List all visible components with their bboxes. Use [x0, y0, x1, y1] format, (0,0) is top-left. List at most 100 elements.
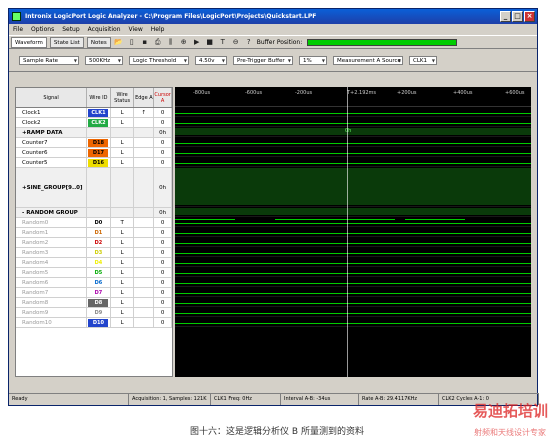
table-row[interactable]: Clock1 CLK1 L ↑ 0 [16, 108, 172, 118]
signal-name: Random4 [16, 258, 88, 267]
signal-trace [175, 283, 531, 284]
bus-bar [175, 128, 531, 135]
status-field: Rate A-B: 29.4117KHz [359, 394, 439, 405]
print-icon[interactable]: ⎙ [153, 37, 163, 47]
table-row[interactable]: Clock2 CLK2 L 0 [16, 118, 172, 128]
waveform-row [175, 227, 531, 237]
table-row[interactable]: Random3 D3 L 0 [16, 248, 172, 258]
menu-item-options[interactable]: Options [31, 26, 54, 33]
table-row[interactable]: Counter6 D17 L 0 [16, 148, 172, 158]
close-button[interactable]: × [524, 11, 535, 22]
table-row[interactable]: Random8 D8 L 0 [16, 298, 172, 308]
wire-id-cell: D4 [87, 258, 111, 267]
table-header: Signal Wire ID Wire Status Edge A Cursor… [16, 88, 173, 108]
wire-id-badge: D10 [88, 318, 109, 327]
table-row[interactable]: Random10 D10 L 0 [16, 318, 172, 328]
controls-bar: Sample Rate 500KHz Logic Threshold 4.50v… [9, 49, 537, 72]
cursor-value: 0 [154, 118, 172, 127]
play-icon[interactable]: ▶ [192, 37, 202, 47]
waveform-row [175, 167, 531, 207]
wire-id-cell: D17 [87, 148, 111, 157]
save-icon[interactable]: ▪ [140, 37, 150, 47]
measure-source-select[interactable]: CLK1 [409, 55, 437, 65]
wire-id-cell: D18 [87, 138, 111, 147]
cursor-value: 0 [154, 258, 172, 267]
pretrigger-label[interactable]: Pre-Trigger Buffer [233, 55, 293, 65]
menu-item-help[interactable]: Help [151, 26, 165, 33]
table-row[interactable]: Random4 D4 L 0 [16, 258, 172, 268]
wire-id-badge: D4 [88, 258, 109, 267]
wire-id-cell: CLK1 [87, 108, 111, 117]
table-row[interactable]: Random0 D0 T 0 [16, 218, 172, 228]
status-field: Acquisition: 1, Samples: 121K [129, 394, 211, 405]
wire-id-badge: D2 [88, 238, 109, 247]
tab-state-list[interactable]: State List [49, 36, 84, 48]
wire-status [111, 168, 135, 207]
cursor-value: 0 [154, 158, 172, 167]
table-row[interactable]: Counter7 D18 L 0 [16, 138, 172, 148]
menu-item-setup[interactable]: Setup [62, 26, 79, 33]
wire-id-cell: CLK2 [87, 118, 111, 127]
signal-name: Random2 [16, 238, 88, 247]
status-field: Interval A-B: -34us [281, 394, 359, 405]
help-icon[interactable]: ? [244, 37, 254, 47]
table-row[interactable]: Random6 D6 L 0 [16, 278, 172, 288]
open-icon[interactable]: 📂 [114, 37, 124, 47]
waveform-row [175, 307, 531, 317]
table-row[interactable]: - RANDOM GROUP 0h [16, 208, 172, 218]
trigger-icon[interactable]: T [218, 37, 228, 47]
tab-waveform[interactable]: Waveform [11, 36, 47, 48]
signal-name: Random8 [16, 298, 88, 307]
wire-id-cell: D10 [87, 318, 111, 327]
cursor-value: 0 [154, 318, 172, 327]
table-row[interactable]: Random2 D2 L 0 [16, 238, 172, 248]
signal-name: Random3 [16, 248, 88, 257]
zoom-in-icon[interactable]: ⊕ [179, 37, 189, 47]
table-row[interactable]: Random5 D5 L 0 [16, 268, 172, 278]
table-row[interactable]: Random1 D1 L 0 [16, 228, 172, 238]
sample-rate-label[interactable]: Sample Rate [19, 55, 79, 65]
threshold-select[interactable]: 4.50v [195, 55, 227, 65]
menu-item-file[interactable]: File [13, 26, 23, 33]
menu-item-acquisition[interactable]: Acquisition [88, 26, 121, 33]
signal-trace [175, 163, 531, 164]
minimize-button[interactable]: _ [500, 11, 511, 22]
table-row[interactable]: +RAMP DATA 0h [16, 128, 172, 138]
tab-notes[interactable]: Notes [86, 36, 111, 48]
wire-id-badge: D7 [88, 288, 109, 297]
waveform-row [175, 207, 531, 217]
edge-cell [134, 208, 155, 217]
waveform-icon[interactable]: ⫼ [166, 37, 176, 47]
waveform-view[interactable]: -800us -600us -200us T+2.192ms +200us +400us +… [175, 87, 531, 377]
high-pulse [405, 219, 465, 220]
measure-source-label[interactable]: Measurement A Source [333, 55, 403, 65]
menu-item-view[interactable]: View [129, 26, 143, 33]
new-icon[interactable]: ▯ [127, 37, 137, 47]
waveform-row [175, 317, 531, 327]
stop-icon[interactable]: ■ [205, 37, 215, 47]
buffer-label: Buffer Position: [256, 38, 303, 46]
waveform-row [175, 107, 531, 117]
buffer-position-bar[interactable] [307, 38, 458, 46]
header-signal: Signal [16, 88, 88, 107]
threshold-label[interactable]: Logic Threshold [129, 55, 189, 65]
sample-rate-select[interactable]: 500KHz [85, 55, 123, 65]
table-row[interactable]: Random7 D7 L 0 [16, 288, 172, 298]
watermark: 易迪拓培训 [472, 402, 548, 420]
bus-bar [175, 208, 531, 215]
maximize-button[interactable]: □ [512, 11, 523, 22]
ruler-tick-label: -800us [193, 90, 211, 96]
zoom-icon[interactable]: ⊖ [231, 37, 241, 47]
edge-cell [134, 238, 155, 247]
pretrigger-select[interactable]: 1% [299, 55, 327, 65]
table-row[interactable]: Counter5 D16 L 0 [16, 158, 172, 168]
trigger-cursor[interactable] [347, 87, 348, 377]
wire-status: L [111, 148, 135, 157]
table-row[interactable]: Random9 D9 L 0 [16, 308, 172, 318]
edge-cell [134, 128, 155, 137]
wire-status: L [111, 258, 135, 267]
wire-status: L [111, 278, 135, 287]
edge-cell [134, 168, 155, 207]
cursor-value: 0 [154, 278, 172, 287]
table-row[interactable]: +SINE_GROUP[9..0] 0h [16, 168, 172, 208]
